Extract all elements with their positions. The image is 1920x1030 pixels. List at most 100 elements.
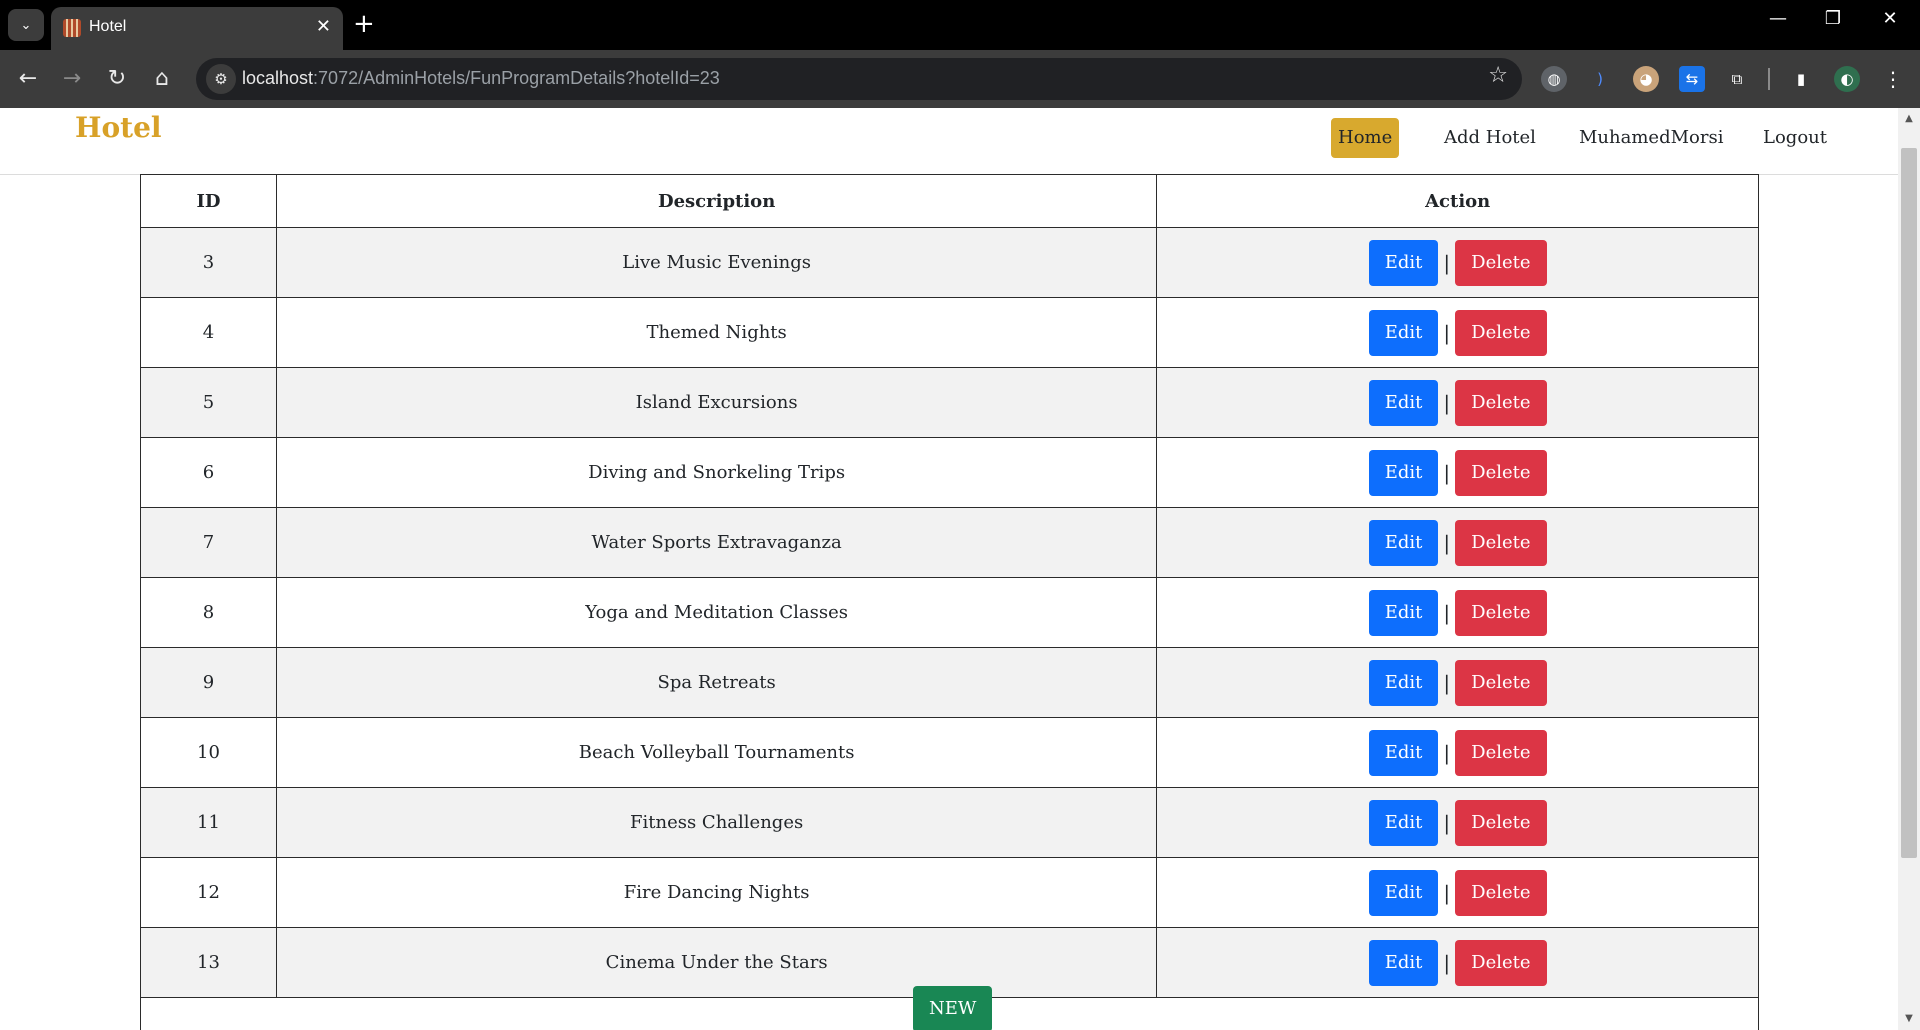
browser-tab[interactable]: Hotel ✕ (51, 7, 343, 50)
action-separator: | (1443, 320, 1451, 345)
action-separator: | (1443, 390, 1451, 415)
cell-description: Live Music Evenings (275, 227, 1158, 298)
minimize-icon[interactable]: — (1758, 8, 1798, 29)
table-row: 6 Diving and Snorkeling Trips Edit | Delete (140, 437, 1759, 508)
table-row: 3 Live Music Evenings Edit | Delete (140, 227, 1759, 298)
delete-button[interactable]: Delete (1455, 239, 1547, 286)
cell-id: 9 (140, 647, 277, 718)
nav-user[interactable]: MuhamedMorsi (1572, 118, 1730, 158)
browser-tab-strip: ⌄ Hotel ✕ + — ❐ ✕ (0, 0, 1920, 50)
delete-button[interactable]: Delete (1455, 729, 1547, 776)
url-host: localhost (242, 68, 314, 88)
chevron-down-icon[interactable]: ⌄ (8, 9, 44, 41)
action-separator: | (1443, 950, 1451, 975)
page-scrollbar[interactable]: ▲ ▼ (1898, 108, 1920, 1030)
nav-add-hotel[interactable]: Add Hotel (1437, 118, 1543, 158)
url-text[interactable]: localhost:7072/AdminHotels/FunProgramDet… (242, 68, 720, 89)
edit-button[interactable]: Edit (1368, 659, 1439, 706)
address-bar[interactable]: ⚙ localhost:7072/AdminHotels/FunProgramD… (196, 58, 1522, 100)
action-separator: | (1443, 880, 1451, 905)
delete-button[interactable]: Delete (1455, 869, 1547, 916)
action-separator: | (1443, 670, 1451, 695)
reload-icon[interactable]: ↻ (101, 63, 133, 95)
delete-button[interactable]: Delete (1455, 519, 1547, 566)
close-window-icon[interactable]: ✕ (1870, 8, 1910, 29)
toolbar-divider (1768, 68, 1770, 90)
cell-actions: Edit | Delete (1156, 297, 1759, 368)
header-action: Action (1156, 174, 1759, 228)
nav-home[interactable]: Home (1331, 118, 1400, 158)
edit-button[interactable]: Edit (1368, 589, 1439, 636)
delete-button[interactable]: Delete (1455, 659, 1547, 706)
puzzle-extensions-icon[interactable]: ⧉ (1724, 66, 1750, 92)
profile-avatar-icon[interactable]: ◐ (1834, 66, 1860, 92)
edit-button[interactable]: Edit (1368, 869, 1439, 916)
table-footer-row: NEW (140, 974, 1759, 1030)
kebab-menu-icon[interactable]: ⋮ (1880, 66, 1906, 92)
site-navbar: Hotel Home Add Hotel MuhamedMorsi Logout (0, 108, 1898, 175)
edit-button[interactable]: Edit (1368, 239, 1439, 286)
edit-button[interactable]: Edit (1368, 379, 1439, 426)
edit-button[interactable]: Edit (1368, 799, 1439, 846)
cell-id: 11 (140, 787, 277, 858)
scroll-thumb[interactable] (1901, 148, 1917, 858)
table-row: 5 Island Excursions Edit | Delete (140, 367, 1759, 438)
restore-icon[interactable]: ❐ (1813, 8, 1853, 29)
edit-button[interactable]: Edit (1368, 729, 1439, 776)
edit-button[interactable]: Edit (1368, 519, 1439, 566)
delete-button[interactable]: Delete (1455, 589, 1547, 636)
cell-description: Diving and Snorkeling Trips (275, 437, 1158, 508)
brand-logo[interactable]: Hotel (75, 111, 162, 144)
back-arrow-icon[interactable]: ← (12, 63, 44, 95)
avatar-extension-icon[interactable]: ◕ (1633, 66, 1659, 92)
table-row: 8 Yoga and Meditation Classes Edit | Delete (140, 577, 1759, 648)
edit-button[interactable]: Edit (1368, 449, 1439, 496)
table-row: 10 Beach Volleyball Tournaments Edit | Delet… (140, 717, 1759, 788)
cell-description: Island Excursions (275, 367, 1158, 438)
new-tab-plus-icon[interactable]: + (353, 8, 375, 40)
delete-button[interactable]: Delete (1455, 449, 1547, 496)
cell-id: 6 (140, 437, 277, 508)
action-separator: | (1443, 600, 1451, 625)
cell-actions: Edit | Delete (1156, 787, 1759, 858)
header-id: ID (140, 174, 277, 228)
table-row: 4 Themed Nights Edit | Delete (140, 297, 1759, 368)
home-icon[interactable]: ⌂ (146, 63, 178, 95)
cell-actions: Edit | Delete (1156, 507, 1759, 578)
tune-icon[interactable]: ⚙ (206, 64, 236, 94)
translate-extension-icon[interactable]: ⇆ (1679, 66, 1705, 92)
edit-button[interactable]: Edit (1368, 309, 1439, 356)
cell-description: Spa Retreats (275, 647, 1158, 718)
scroll-up-arrow-icon[interactable]: ▲ (1898, 108, 1920, 130)
cell-description: Beach Volleyball Tournaments (275, 717, 1158, 788)
delete-button[interactable]: Delete (1455, 379, 1547, 426)
cell-description: Yoga and Meditation Classes (275, 577, 1158, 648)
cell-id: 3 (140, 227, 277, 298)
forward-arrow-icon[interactable]: → (56, 63, 88, 95)
close-tab-icon[interactable]: ✕ (316, 16, 331, 37)
new-button[interactable]: NEW (913, 986, 993, 1030)
table-row: 7 Water Sports Extravaganza Edit | Delete (140, 507, 1759, 578)
delete-button[interactable]: Delete (1455, 309, 1547, 356)
url-path: :7072/AdminHotels/FunProgramDetails?hote… (313, 68, 720, 88)
wave-extension-icon[interactable]: ) (1587, 66, 1613, 92)
sidebar-icon[interactable]: ▮ (1788, 66, 1814, 92)
cell-actions: Edit | Delete (1156, 437, 1759, 508)
hotel-favicon-icon (63, 19, 81, 37)
cell-description: Fitness Challenges (275, 787, 1158, 858)
globe-extension-icon[interactable]: ◍ (1541, 66, 1567, 92)
cell-description: Water Sports Extravaganza (275, 507, 1158, 578)
action-separator: | (1443, 810, 1451, 835)
cell-id: 4 (140, 297, 277, 368)
tab-title: Hotel (89, 18, 127, 35)
delete-button[interactable]: Delete (1455, 799, 1547, 846)
fun-programs-table: ID Description Action 3 Live Music Evenin… (140, 174, 1759, 998)
cell-id: 7 (140, 507, 277, 578)
cell-id: 5 (140, 367, 277, 438)
star-icon[interactable]: ☆ (1488, 63, 1508, 88)
cell-id: 12 (140, 857, 277, 928)
nav-logout[interactable]: Logout (1756, 118, 1834, 158)
cell-id: 8 (140, 577, 277, 648)
cell-actions: Edit | Delete (1156, 647, 1759, 718)
scroll-down-arrow-icon[interactable]: ▼ (1898, 1008, 1920, 1030)
